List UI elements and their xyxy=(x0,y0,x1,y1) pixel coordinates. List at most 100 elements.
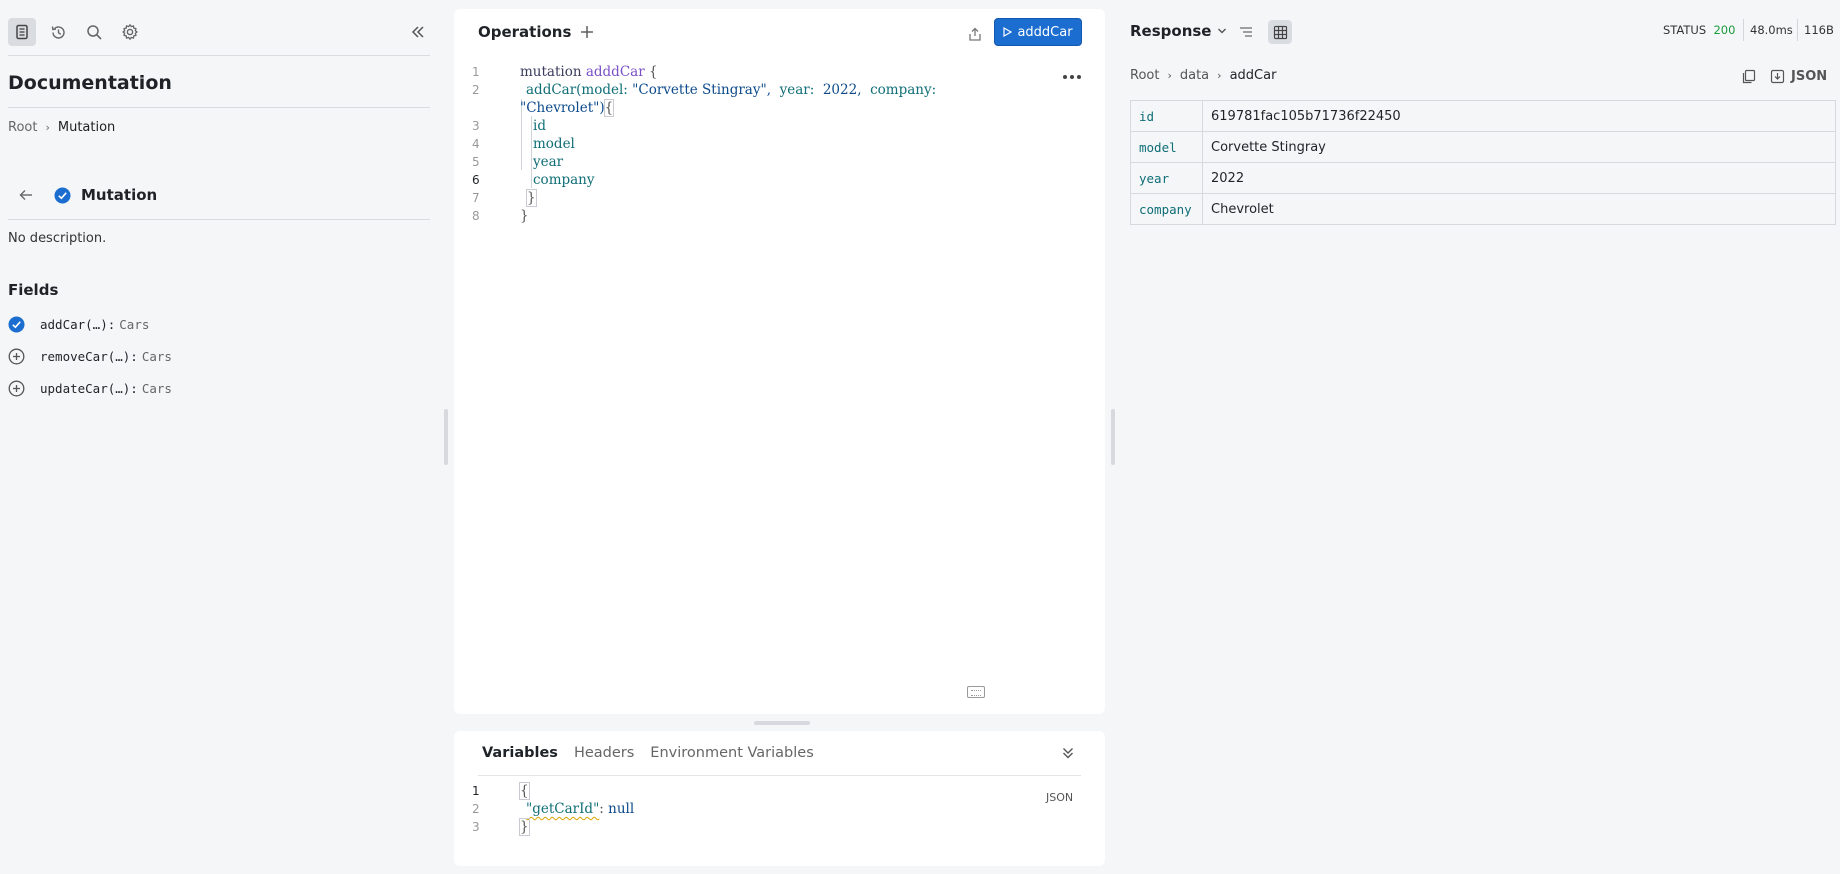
field-update-car[interactable]: updateCar(…): Cars xyxy=(8,378,172,398)
code-line: 8 } xyxy=(472,208,529,224)
chevron-right-icon: › xyxy=(1167,69,1172,82)
code-line: 2 "getCarId": null xyxy=(472,801,635,817)
status-indicator: STATUS 200 xyxy=(1663,23,1735,37)
code-line: "Chevrolet"){ xyxy=(520,99,615,117)
response-table: id 619781fac105b71736f22450 model Corvet… xyxy=(1130,100,1836,225)
table-key: model xyxy=(1130,131,1203,163)
download-json-button[interactable]: JSON xyxy=(1770,66,1827,86)
code-line: 4 model xyxy=(472,136,575,152)
tab-headers[interactable]: Headers xyxy=(574,745,634,761)
code-line: 5 year xyxy=(472,154,564,170)
operations-editor: Operations adddCar 1 mutation adddCar { … xyxy=(454,9,1105,714)
sidebar-toolbar xyxy=(8,18,430,46)
variables-tabs: Variables Headers Environment Variables xyxy=(482,745,814,761)
variables-panel: Variables Headers Environment Variables … xyxy=(454,731,1105,866)
table-row: company Chevrolet xyxy=(1130,193,1836,225)
code-line: 7 } xyxy=(472,189,537,207)
plus-circle-icon xyxy=(8,348,25,365)
chevron-double-down-icon[interactable] xyxy=(1058,743,1078,763)
line-number: 8 xyxy=(472,209,480,223)
editor-resize-handle[interactable] xyxy=(754,721,810,725)
field-name: updateCar(…): xyxy=(40,380,138,396)
check-circle-icon xyxy=(8,316,25,333)
plus-icon[interactable] xyxy=(576,21,598,43)
table-row: year 2022 xyxy=(1130,162,1836,194)
chevron-down-icon xyxy=(1217,26,1227,36)
line-number: 1 xyxy=(472,65,480,79)
more-options-icon[interactable] xyxy=(1060,70,1084,84)
code-line: 3 id xyxy=(472,118,546,134)
documentation-sidebar: Documentation Root › Mutation Mutation N… xyxy=(0,0,440,874)
type-divider xyxy=(8,219,430,220)
status-label: STATUS xyxy=(1663,23,1707,37)
tab-variables[interactable]: Variables xyxy=(482,745,558,761)
table-key: id xyxy=(1130,100,1203,132)
plus-circle-icon xyxy=(8,380,25,397)
table-view-icon[interactable] xyxy=(1268,20,1292,44)
history-icon[interactable] xyxy=(44,18,72,46)
breadcrumb-current: addCar xyxy=(1229,68,1277,83)
arrow-left-icon[interactable] xyxy=(14,183,38,207)
copy-icon[interactable] xyxy=(1738,66,1758,86)
line-number: 3 xyxy=(472,820,480,834)
line-number: 5 xyxy=(472,155,480,169)
field-name: addCar(…): xyxy=(40,316,116,332)
run-button-label: adddCar xyxy=(1017,24,1073,40)
breadcrumb-root[interactable]: Root xyxy=(8,120,37,135)
check-circle-icon xyxy=(54,187,71,204)
line-number: 2 xyxy=(472,802,480,816)
line-number: 4 xyxy=(472,137,480,151)
table-value: Chevrolet xyxy=(1202,193,1836,225)
play-icon xyxy=(1003,27,1013,37)
response-size: 116B xyxy=(1804,23,1834,37)
keyboard-icon[interactable] xyxy=(967,686,985,698)
breadcrumb-data[interactable]: data xyxy=(1180,68,1209,83)
chevron-right-icon: › xyxy=(1217,69,1222,82)
field-type[interactable]: Cars xyxy=(142,349,172,364)
code-line: 2 addCar(model: "Corvette Stingray", yea… xyxy=(472,82,937,98)
table-key: year xyxy=(1130,162,1203,194)
field-name: removeCar(…): xyxy=(40,348,138,364)
line-number: 3 xyxy=(472,119,480,133)
table-value: 619781fac105b71736f22450 xyxy=(1202,100,1836,132)
table-value: Corvette Stingray xyxy=(1202,131,1836,163)
share-icon[interactable] xyxy=(962,21,988,47)
status-code: 200 xyxy=(1713,23,1736,37)
response-resize-handle[interactable] xyxy=(1111,409,1115,465)
code-line: 1 { xyxy=(472,782,530,800)
code-line: 3 } xyxy=(472,818,530,836)
run-operation-button[interactable]: adddCar xyxy=(994,18,1082,46)
sidebar-resize-handle[interactable] xyxy=(444,409,448,465)
response-time: 48.0ms xyxy=(1750,23,1793,37)
breadcrumb-current: Mutation xyxy=(57,120,116,135)
field-remove-car[interactable]: removeCar(…): Cars xyxy=(8,346,172,366)
response-breadcrumb: Root › data › addCar xyxy=(1130,68,1276,83)
search-icon[interactable] xyxy=(80,18,108,46)
list-view-icon[interactable] xyxy=(1234,20,1258,44)
collapse-icon[interactable] xyxy=(404,18,432,46)
response-dropdown[interactable]: Response xyxy=(1130,22,1227,40)
type-header: Mutation xyxy=(14,183,157,207)
fields-title: Fields xyxy=(8,281,59,299)
document-icon[interactable] xyxy=(8,18,36,46)
type-name: Mutation xyxy=(81,186,158,204)
response-panel: Response STATUS 200 48.0ms 116B Root › d… xyxy=(1117,0,1840,874)
operations-title: Operations xyxy=(478,23,572,41)
gear-icon[interactable] xyxy=(116,18,144,46)
breadcrumb-root[interactable]: Root xyxy=(1130,68,1159,83)
response-title: Response xyxy=(1130,22,1212,40)
table-key: company xyxy=(1130,193,1203,225)
field-add-car[interactable]: addCar(…): Cars xyxy=(8,314,149,334)
tab-environment-variables[interactable]: Environment Variables xyxy=(650,745,813,761)
variables-divider xyxy=(478,775,1081,776)
status-separator xyxy=(1797,19,1798,41)
code-line: 1 mutation adddCar { xyxy=(472,64,658,80)
field-type[interactable]: Cars xyxy=(119,317,149,332)
code-line: 6 company xyxy=(472,172,595,188)
title-divider xyxy=(8,107,430,108)
download-icon xyxy=(1770,69,1785,84)
line-number: 7 xyxy=(472,191,480,205)
sidebar-divider xyxy=(8,55,430,56)
field-type[interactable]: Cars xyxy=(142,381,172,396)
chevron-right-icon: › xyxy=(45,121,50,134)
